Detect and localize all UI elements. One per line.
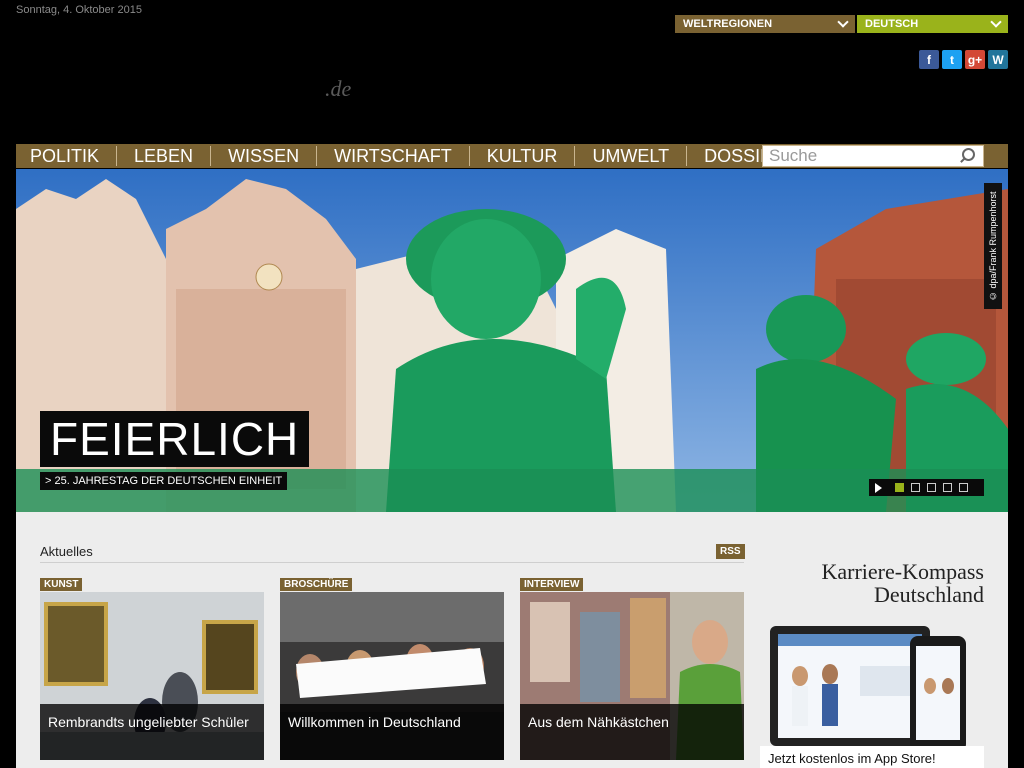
rss-button[interactable]: RSS (716, 544, 745, 559)
search-icon[interactable] (959, 148, 975, 164)
world-regions-label: WELTREGIONEN (683, 18, 773, 30)
twitter-icon[interactable]: t (942, 50, 962, 69)
language-label: DEUTSCH (865, 18, 919, 30)
app-store-link[interactable]: Jetzt kostenlos im App Store! (760, 746, 984, 768)
category-tag[interactable]: INTERVIEW (520, 578, 584, 591)
wordpress-icon[interactable]: W (988, 50, 1008, 69)
article-caption[interactable]: Rembrandts ungeliebter Schüler (40, 704, 264, 760)
slide-dot-1[interactable] (895, 483, 904, 492)
article-caption[interactable]: Willkommen in Deutschland (280, 704, 504, 760)
nav-item-wissen[interactable]: WISSEN (211, 146, 318, 166)
hero-headline[interactable]: FEIERLICH (40, 411, 310, 467)
promo-title-line1: Karriere-Kompass (821, 559, 985, 584)
chevron-down-icon (990, 16, 1002, 28)
page: Sonntag, 4. Oktober 2015 WELTREGIONEN DE… (0, 0, 1024, 768)
article-caption[interactable]: Aus dem Nähkästchen (520, 704, 744, 760)
chevron-down-icon (837, 16, 849, 28)
social-links: f t g+ W (919, 50, 1008, 69)
search-box (762, 145, 984, 167)
nav-item-wirtschaft[interactable]: WIRTSCHAFT (317, 146, 470, 166)
slide-dot-5[interactable] (959, 483, 968, 492)
app-promo[interactable]: Karriere-Kompass Deutschland Jetzt koste… (760, 556, 992, 768)
promo-title-line2: Deutschland (874, 582, 984, 607)
search-input[interactable] (769, 146, 959, 166)
news-card[interactable]: KUNST Rembrandts ungeliebter Schüler (40, 578, 264, 760)
world-regions-dropdown[interactable]: WELTREGIONEN (675, 15, 855, 33)
nav-item-leben[interactable]: LEBEN (117, 146, 212, 166)
main-nav: POLITIK LEBEN WISSEN WIRTSCHAFT KULTUR U… (16, 144, 1008, 168)
promo-title: Karriere-Kompass Deutschland (822, 560, 985, 606)
device-illustration (770, 626, 966, 752)
section-title: Aktuelles (40, 544, 93, 559)
news-card[interactable]: INTERVIEW Aus dem Nähkästchen (520, 578, 744, 760)
news-card[interactable]: BROSCHÜRE Willkommen in Deutschland (280, 578, 504, 760)
current-date: Sonntag, 4. Oktober 2015 (16, 4, 142, 16)
divider (40, 562, 744, 563)
slide-dot-3[interactable] (927, 483, 936, 492)
slider-controls (869, 479, 984, 496)
hero-subheadline[interactable]: > 25. JAHRESTAG DER DEUTSCHEN EINHEIT (40, 472, 288, 490)
hero-slider[interactable]: © dpa/Frank Rumpenhorst FEIERLICH > 25. … (16, 169, 1008, 512)
slide-dot-4[interactable] (943, 483, 952, 492)
site-logo[interactable]: .de (325, 76, 351, 102)
play-icon[interactable] (875, 482, 882, 493)
photo-credit: © dpa/Frank Rumpenhorst (984, 183, 1002, 309)
nav-item-umwelt[interactable]: UMWELT (575, 146, 688, 166)
category-tag[interactable]: KUNST (40, 578, 83, 591)
category-tag[interactable]: BROSCHÜRE (280, 578, 353, 591)
news-section: Aktuelles RSS KUNST Rembrandts ungeliebt… (16, 512, 1008, 768)
facebook-icon[interactable]: f (919, 50, 939, 69)
language-dropdown[interactable]: DEUTSCH (857, 15, 1008, 33)
google-plus-icon[interactable]: g+ (965, 50, 985, 69)
nav-item-politik[interactable]: POLITIK (16, 146, 118, 166)
nav-item-kultur[interactable]: KULTUR (470, 146, 576, 166)
slide-dot-2[interactable] (911, 483, 920, 492)
